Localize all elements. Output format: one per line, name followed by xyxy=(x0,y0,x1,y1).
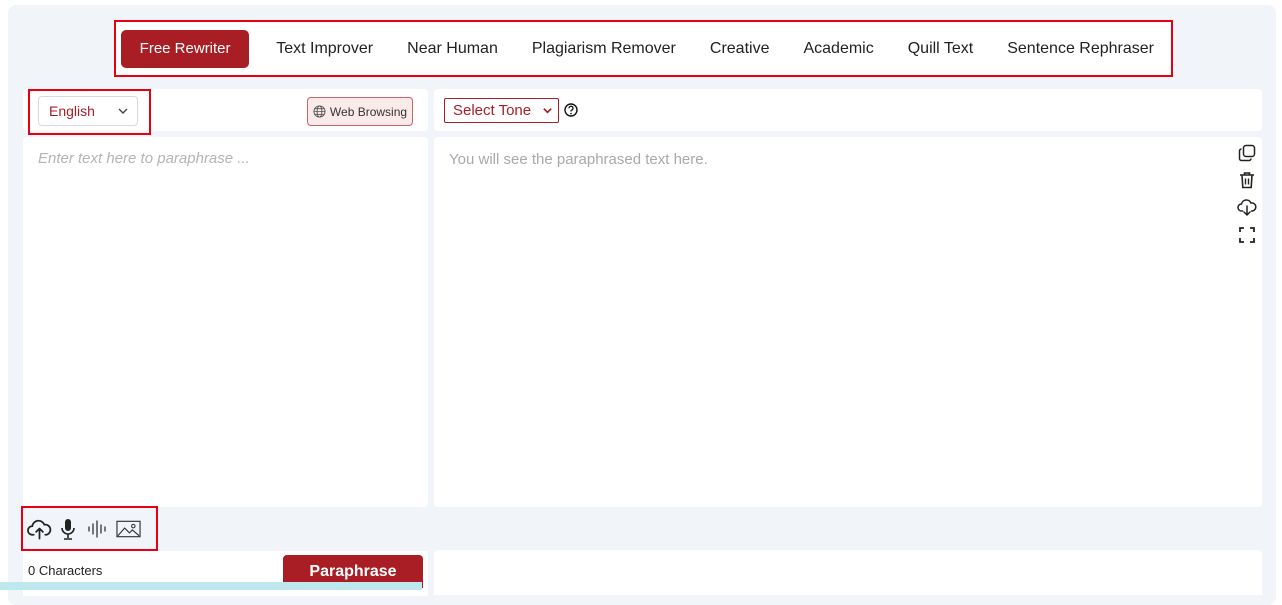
paraphrase-input[interactable] xyxy=(23,137,428,507)
language-select[interactable]: English xyxy=(38,96,138,126)
download-cloud-icon[interactable] xyxy=(1237,197,1257,217)
upload-cloud-icon[interactable] xyxy=(26,515,52,543)
tab-free-rewriter[interactable]: Free Rewriter xyxy=(121,29,250,68)
help-icon[interactable] xyxy=(564,103,578,117)
tab-quill-text[interactable]: Quill Text xyxy=(891,30,991,68)
tab-plagiarism-remover[interactable]: Plagiarism Remover xyxy=(515,30,693,68)
tab-sentence-rephraser[interactable]: Sentence Rephraser xyxy=(990,30,1171,68)
web-browsing-button[interactable]: Web Browsing xyxy=(307,97,413,126)
tab-text-improver[interactable]: Text Improver xyxy=(259,30,390,68)
tab-academic[interactable]: Academic xyxy=(786,30,890,68)
copy-icon[interactable] xyxy=(1237,143,1257,163)
globe-icon xyxy=(313,105,326,118)
tab-near-human[interactable]: Near Human xyxy=(390,30,515,68)
microphone-icon[interactable] xyxy=(58,515,78,543)
audio-wave-icon[interactable] xyxy=(86,515,110,543)
tab-creative[interactable]: Creative xyxy=(693,30,787,68)
character-count: 0 Characters xyxy=(28,563,103,578)
output-placeholder-text: You will see the paraphrased text here. xyxy=(449,151,708,168)
output-footer xyxy=(434,550,1262,595)
mode-tabs: Free Rewriter Text Improver Near Human P… xyxy=(114,20,1173,77)
bottom-toast-strip xyxy=(0,582,422,590)
fullscreen-icon[interactable] xyxy=(1237,225,1257,245)
paraphrase-output: You will see the paraphrased text here. xyxy=(434,137,1262,507)
web-browsing-label: Web Browsing xyxy=(329,104,408,119)
image-icon[interactable] xyxy=(115,515,141,543)
tone-select-value: Select Tone xyxy=(453,102,532,119)
chevron-down-icon xyxy=(543,108,552,114)
language-value: English xyxy=(49,103,95,119)
trash-icon[interactable] xyxy=(1237,170,1257,190)
chevron-down-icon xyxy=(118,108,128,114)
tone-select[interactable]: Select Tone xyxy=(444,98,559,123)
